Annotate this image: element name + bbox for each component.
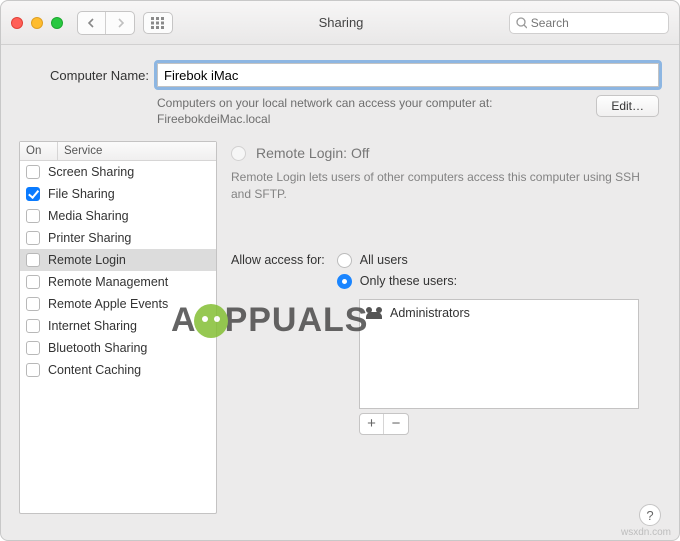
- minimize-icon[interactable]: [31, 17, 43, 29]
- computer-name-desc: Computers on your local network can acce…: [157, 95, 584, 127]
- service-checkbox[interactable]: [26, 187, 40, 201]
- service-checkbox[interactable]: [26, 209, 40, 223]
- service-label: Screen Sharing: [48, 165, 210, 179]
- service-checkbox[interactable]: [26, 297, 40, 311]
- zoom-icon[interactable]: [51, 17, 63, 29]
- show-all-button[interactable]: [143, 12, 173, 34]
- add-user-button[interactable]: +: [360, 414, 384, 434]
- service-row-bluetooth-sharing[interactable]: Bluetooth Sharing: [20, 337, 216, 359]
- service-checkbox[interactable]: [26, 319, 40, 333]
- sharing-prefpane-window: Sharing Computer Name: Computers on your…: [0, 0, 680, 541]
- search-input[interactable]: [531, 16, 662, 30]
- nav-back-forward: [77, 11, 135, 35]
- service-label: Remote Management: [48, 275, 210, 289]
- service-label: File Sharing: [48, 187, 210, 201]
- edit-button[interactable]: Edit…: [596, 95, 659, 117]
- service-row-media-sharing[interactable]: Media Sharing: [20, 205, 216, 227]
- service-row-content-caching[interactable]: Content Caching: [20, 359, 216, 381]
- back-button[interactable]: [78, 12, 106, 34]
- add-remove-controls: + −: [359, 413, 409, 435]
- access-radio-group: All users Only these users:: [337, 253, 457, 289]
- service-row-screen-sharing[interactable]: Screen Sharing: [20, 161, 216, 183]
- service-checkbox[interactable]: [26, 231, 40, 245]
- computer-name-desc-line1: Computers on your local network can acce…: [157, 96, 492, 110]
- forward-button[interactable]: [106, 12, 134, 34]
- help-button[interactable]: ?: [639, 504, 661, 526]
- radio-all-users[interactable]: All users: [337, 253, 457, 268]
- window-title: Sharing: [181, 15, 501, 30]
- users-list[interactable]: Administrators: [359, 299, 639, 409]
- col-on-header: On: [20, 142, 58, 160]
- service-checkbox[interactable]: [26, 275, 40, 289]
- service-label: Content Caching: [48, 363, 210, 377]
- service-checkbox[interactable]: [26, 253, 40, 267]
- service-row-file-sharing[interactable]: File Sharing: [20, 183, 216, 205]
- radio-only-users[interactable]: Only these users:: [337, 274, 457, 289]
- watermark-brand-text: PPUALS: [225, 301, 369, 340]
- close-icon[interactable]: [11, 17, 23, 29]
- user-name: Administrators: [390, 306, 470, 320]
- radio-icon: [337, 253, 352, 268]
- services-header: On Service: [20, 142, 216, 161]
- service-row-remote-login[interactable]: Remote Login: [20, 249, 216, 271]
- col-service-header: Service: [58, 142, 216, 160]
- search-icon: [516, 17, 527, 29]
- titlebar: Sharing: [1, 1, 679, 45]
- watermark-site: wsxdn.com: [621, 527, 671, 538]
- service-label: Printer Sharing: [48, 231, 210, 245]
- access-label: Allow access for:: [231, 253, 325, 267]
- computer-name-label: Computer Name:: [21, 68, 149, 83]
- detail-subtitle: Remote Login lets users of other compute…: [231, 169, 661, 203]
- service-checkbox[interactable]: [26, 363, 40, 377]
- service-row-printer-sharing[interactable]: Printer Sharing: [20, 227, 216, 249]
- list-item[interactable]: Administrators: [366, 306, 632, 320]
- service-checkbox[interactable]: [26, 165, 40, 179]
- service-label: Bluetooth Sharing: [48, 341, 210, 355]
- status-indicator-icon: [231, 146, 246, 161]
- computer-name-input[interactable]: [157, 63, 659, 87]
- radio-only-users-label: Only these users:: [360, 274, 457, 288]
- search-field[interactable]: [509, 12, 669, 34]
- window-controls: [11, 17, 63, 29]
- service-checkbox[interactable]: [26, 341, 40, 355]
- face-icon: [194, 304, 228, 338]
- radio-icon: [337, 274, 352, 289]
- radio-all-users-label: All users: [360, 253, 408, 267]
- service-label: Media Sharing: [48, 209, 210, 223]
- service-row-remote-management[interactable]: Remote Management: [20, 271, 216, 293]
- computer-name-desc-line2: FireebokdeiMac.local: [157, 112, 270, 126]
- remove-user-button[interactable]: −: [384, 414, 408, 434]
- watermark-brand: APPUALS: [171, 301, 368, 340]
- computer-name-section: Computer Name: Computers on your local n…: [1, 45, 679, 141]
- detail-title: Remote Login: Off: [256, 145, 369, 161]
- service-label: Remote Login: [48, 253, 210, 267]
